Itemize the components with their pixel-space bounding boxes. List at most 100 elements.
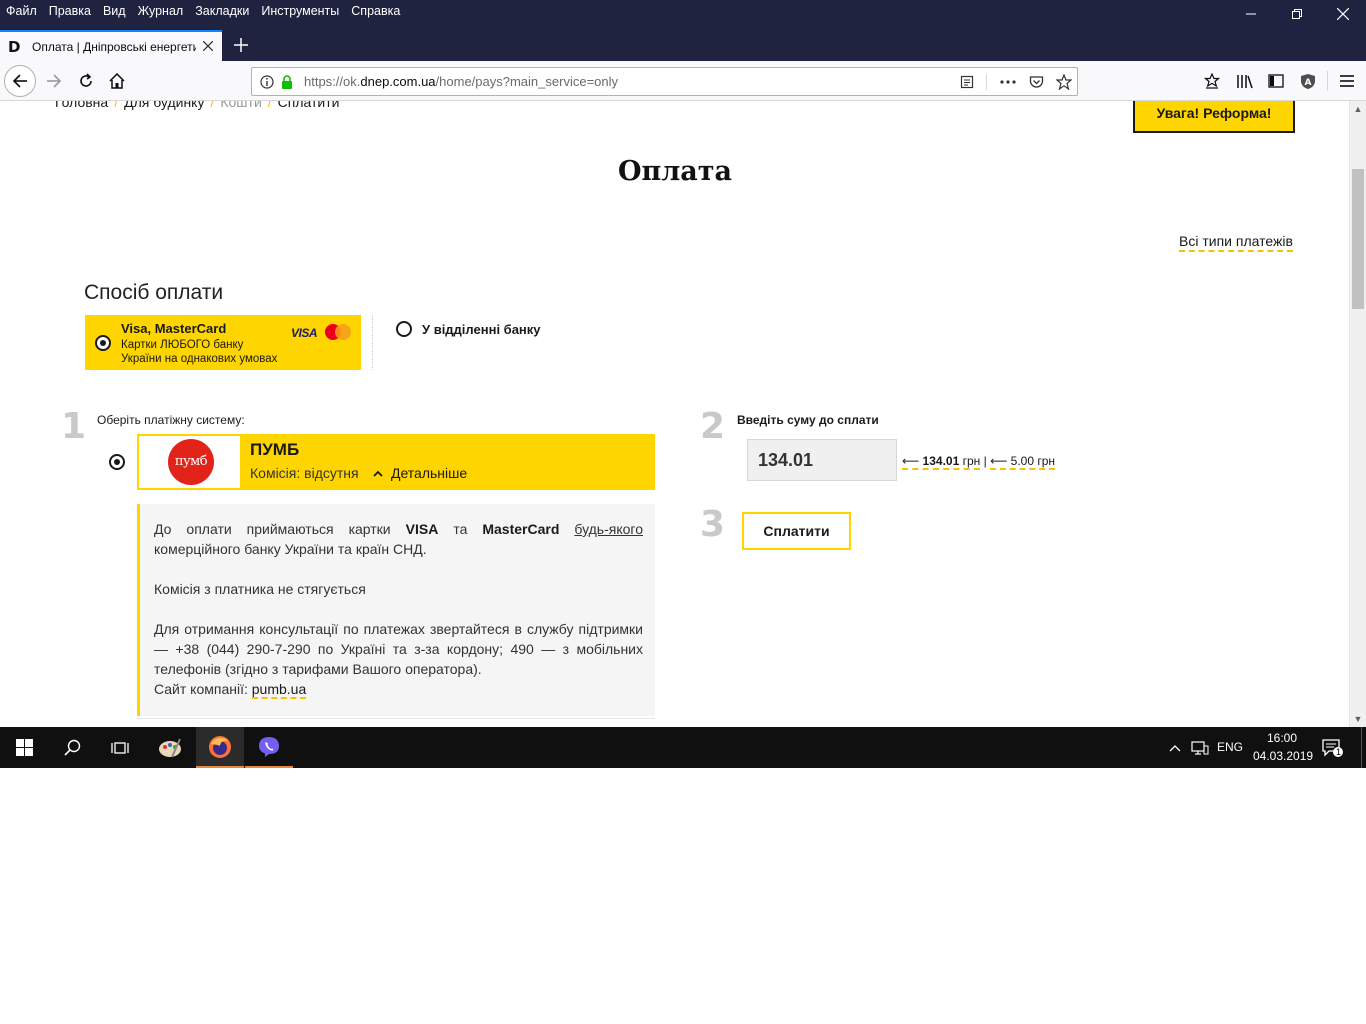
toolbar-divider [1327,71,1328,91]
minimize-button[interactable] [1228,0,1274,28]
address-bar[interactable]: https://ok.dnep.com.ua/home/pays?main_se… [251,67,1078,96]
show-desktop-button[interactable] [1361,727,1366,768]
payment-method-bank-option[interactable]: У відділенні банку [396,321,541,337]
step-2-label: Введіть суму до сплати [737,413,879,427]
sidebar-icon[interactable] [1266,71,1286,91]
search-button[interactable] [48,727,96,768]
scroll-down-arrow-icon[interactable]: ▼ [1350,711,1366,727]
menu-view[interactable]: Вид [97,0,132,22]
card-method-radio[interactable] [95,335,111,351]
pumb-radio[interactable] [109,454,125,470]
pumb-payment-system-card[interactable]: пумб ПУМБ Комісія: відсутня Детальніше [137,434,655,490]
extension-shield-icon[interactable]: A [1298,71,1318,91]
amount-hints: ⟵ 134.01 грн | ⟵ 5.00 грн [902,454,1056,470]
menu-edit[interactable]: Правка [43,0,97,22]
show-hidden-icons-button[interactable] [1164,727,1186,768]
card-method-title: Visa, MasterCard [121,321,227,336]
pocket-icon[interactable] [1027,73,1045,91]
bank-method-radio[interactable] [396,321,412,337]
browser-tab-active[interactable]: D Оплата | Дніпровські енергети [0,30,222,61]
breadcrumb-household[interactable]: Для будинку [124,101,204,110]
menu-tools[interactable]: Инструменты [255,0,345,22]
reader-view-icon[interactable] [958,73,976,91]
page-title: Оплата [617,156,733,187]
search-icon [63,739,80,756]
info-icon[interactable] [258,73,276,91]
paint-app-button[interactable] [146,727,194,768]
step-1-label: Оберіть платіжну систему: [97,413,245,427]
arrow-left-icon [12,74,27,88]
windows-taskbar: ENG 16:00 04.03.2019 1 [0,727,1366,768]
network-button[interactable] [1188,727,1212,768]
all-payment-types-link[interactable]: Всі типи платежів [1179,233,1293,252]
new-tab-button[interactable] [230,32,252,58]
bookmarks-star-list-icon[interactable] [1202,71,1222,91]
lock-icon[interactable] [278,73,296,91]
task-view-icon [111,741,129,754]
navigation-toolbar: https://ok.dnep.com.ua/home/pays?main_se… [0,61,1366,101]
library-icon[interactable] [1235,71,1255,91]
url-text[interactable]: https://ok.dnep.com.ua/home/pays?main_se… [304,74,618,89]
windows-logo-icon [15,739,33,756]
tab-title: Оплата | Дніпровські енергети [32,39,196,54]
network-icon [1191,740,1209,755]
pumb-info-panel: До оплати приймаються картки VISA та Mas… [137,504,655,716]
scroll-up-arrow-icon[interactable]: ▲ [1350,101,1366,117]
hamburger-menu-icon[interactable] [1337,71,1357,91]
chevron-up-icon [1169,744,1181,751]
restore-button[interactable] [1274,0,1320,28]
forward-button[interactable] [38,65,70,97]
close-icon [1337,8,1349,20]
input-language[interactable]: ENG [1217,740,1243,754]
reform-alert-button[interactable]: Увага! Реформа! [1133,101,1295,133]
amount-hint-due[interactable]: ⟵ 134.01 грн [902,454,981,470]
page-actions-icon[interactable] [999,73,1017,91]
clock-date[interactable]: 04.03.2019 [1253,749,1313,763]
home-button[interactable] [101,65,133,97]
pumb-site-link[interactable]: pumb.ua [251,681,307,699]
info-cards-paragraph: До оплати приймаються картки VISA та Mas… [154,521,643,557]
pumb-details-toggle[interactable]: Детальніше [373,465,467,481]
info-support-paragraph: Для отримання консультації по платежах з… [154,621,643,677]
reload-button[interactable] [70,65,102,97]
bookmark-star-icon[interactable] [1055,73,1073,91]
viber-taskbar-button[interactable] [245,727,293,768]
menu-help[interactable]: Справка [345,0,406,22]
menu-bookmarks[interactable]: Закладки [189,0,255,22]
close-window-button[interactable] [1320,0,1366,28]
amount-hint-fixed[interactable]: ⟵ 5.00 грн [990,454,1056,470]
back-button[interactable] [4,65,36,97]
clock-time[interactable]: 16:00 [1267,731,1297,745]
chevron-up-icon [373,470,383,477]
card-method-line1: Картки ЛЮБОГО банку [121,339,244,351]
plus-icon [234,38,248,52]
method-divider [372,315,373,370]
step-1-number: 1 [61,406,87,447]
breadcrumb-home[interactable]: Головна [55,101,108,110]
scrollbar-thumb[interactable] [1352,169,1364,309]
menu-bar: Файл Правка Вид Журнал Закладки Инструме… [0,0,406,22]
svg-text:A: A [1305,78,1312,88]
breadcrumb-pay: Сплатити [277,101,340,110]
card-method-line2: України на однакових умовах [121,353,278,365]
pumb-logo: пумб [168,439,214,485]
paint-palette-icon [159,738,181,757]
menu-file[interactable]: Файл [0,0,43,22]
action-center-button[interactable]: 1 [1316,727,1350,768]
urlbar-divider [986,74,987,90]
page-scrollbar[interactable]: ▲ ▼ [1349,101,1366,727]
firefox-taskbar-button[interactable] [196,727,244,768]
pay-button[interactable]: Сплатити [742,512,851,550]
task-view-button[interactable] [96,727,144,768]
start-button[interactable] [0,727,48,768]
pumb-details-label: Детальніше [391,465,468,481]
browser-titlebar: Файл Правка Вид Журнал Закладки Инструме… [0,0,1366,61]
mastercard-logo [325,323,353,341]
amount-input[interactable]: 134.01 [747,439,897,481]
breadcrumb-funds[interactable]: Кошти [220,101,261,110]
payment-method-card-option[interactable]: Visa, MasterCard Картки ЛЮБОГО банку Укр… [85,315,361,370]
breadcrumb-separator: / [114,101,119,110]
menu-history[interactable]: Журнал [132,0,190,22]
reload-icon [80,73,92,87]
tab-close-button[interactable] [200,38,216,56]
